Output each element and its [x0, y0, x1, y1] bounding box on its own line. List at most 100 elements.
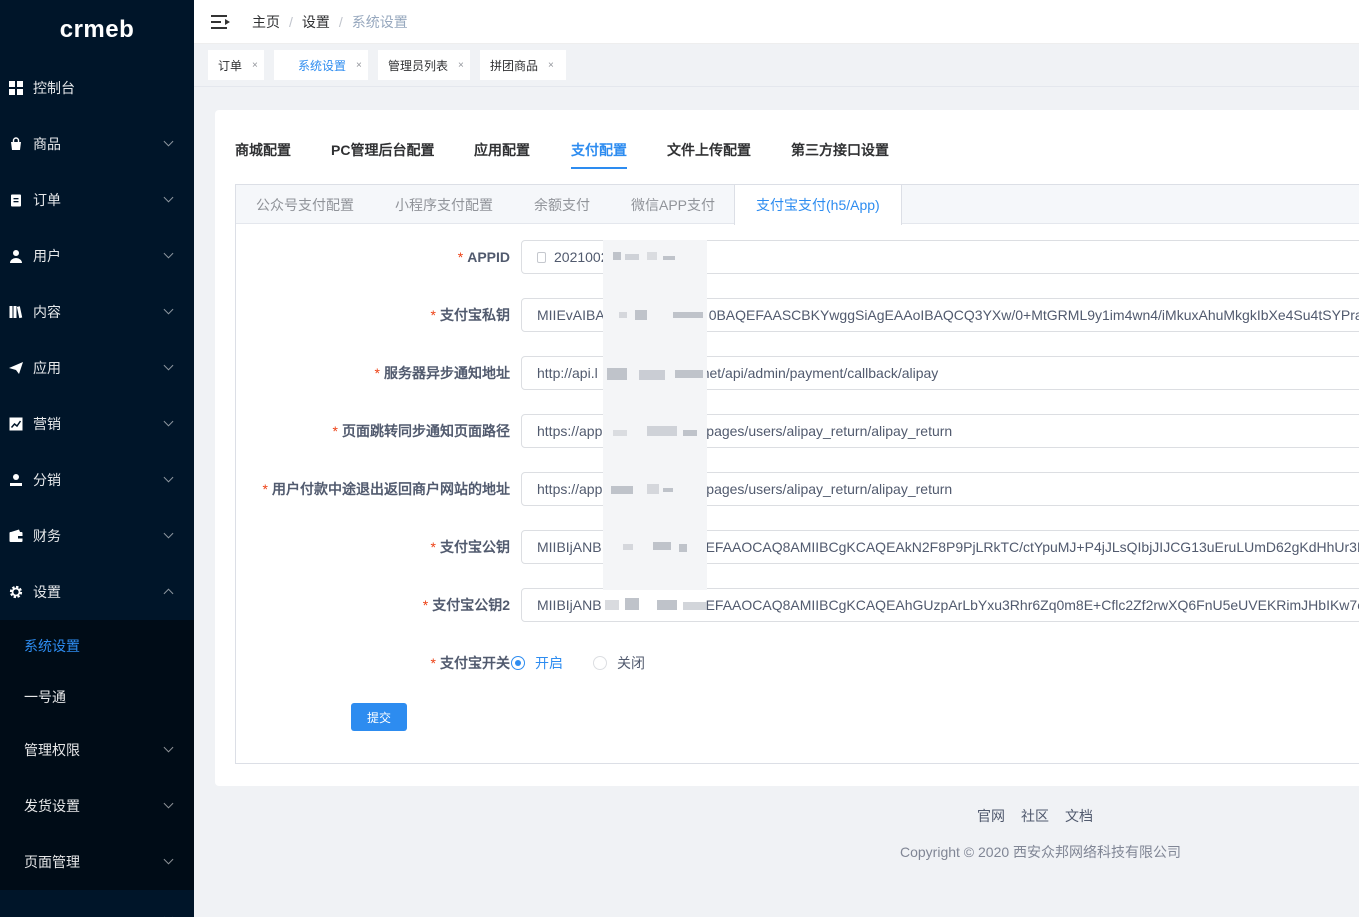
- menu-fold-icon[interactable]: [211, 14, 230, 29]
- close-icon[interactable]: ×: [458, 60, 464, 71]
- sidebar-item-label: 订单: [33, 192, 61, 208]
- quit-url-label: * 用户付款中途退出返回商户网站的地址: [262, 481, 510, 497]
- sidebar-item-label: 营销: [33, 416, 61, 432]
- tag-order[interactable]: 订单 ×: [208, 50, 264, 80]
- form-row-private-key: * 支付宝私钥 MIIEvAIBA 0BAQEFAASCBKYwggSiAgEAAo…: [236, 298, 1359, 332]
- chevron-down-icon: [163, 360, 174, 371]
- footer-link-community[interactable]: 社区: [1021, 806, 1049, 826]
- sidebar-subitem-shipping[interactable]: 发货设置: [0, 778, 194, 834]
- submit-button[interactable]: 提交: [351, 703, 407, 731]
- sidebar-item-label: 用户: [33, 248, 61, 264]
- lock-icon: [537, 252, 546, 263]
- close-icon[interactable]: ×: [252, 60, 258, 71]
- subtab-balance-pay[interactable]: 余额支付: [534, 185, 590, 224]
- public-key-2-input[interactable]: MIIBIjANB EFAAOCAQ8AMIIBCgKCAQEAhGUzpArLb…: [521, 588, 1359, 622]
- user-icon: [9, 249, 23, 263]
- bag-icon: [9, 137, 23, 151]
- sidebar-item-distribution[interactable]: 分销: [0, 452, 194, 508]
- subtab-wechat-mp-pay[interactable]: 公众号支付配置: [256, 185, 354, 224]
- sidebar-item-marketing[interactable]: 营销: [0, 396, 194, 452]
- public-key-label: * 支付宝公钥: [430, 539, 510, 555]
- sidebar-item-product[interactable]: 商品: [0, 116, 194, 172]
- chevron-down-icon: [163, 136, 174, 147]
- tag-system-settings[interactable]: 系统设置 ×: [274, 50, 368, 80]
- sidebar-subitem-label: 管理权限: [24, 742, 80, 758]
- chevron-down-icon: [163, 912, 174, 917]
- breadcrumb: 主页 / 设置 / 系统设置: [252, 12, 408, 32]
- radio-enable[interactable]: 开启: [511, 653, 563, 673]
- sidebar-item-label: 商品: [33, 136, 61, 152]
- privacy-blur-mask: [603, 240, 707, 610]
- tab-app-config[interactable]: 应用配置: [474, 140, 530, 160]
- tag-label: 拼团商品: [490, 58, 539, 73]
- chevron-down-icon: [163, 854, 174, 865]
- tag-label: 订单: [218, 58, 243, 73]
- tag-label: 系统设置: [298, 58, 347, 73]
- chevron-down-icon: [163, 528, 174, 539]
- settings-submenu: 系统设置 一号通 管理权限 发货设置 页面管理: [0, 620, 194, 890]
- sidebar-item-dashboard[interactable]: 控制台: [0, 60, 194, 116]
- sidebar-item-maintenance[interactable]: 维护: [0, 890, 194, 917]
- tab-upload-config[interactable]: 文件上传配置: [667, 140, 751, 160]
- sidebar-subitem-page-management[interactable]: 页面管理: [0, 834, 194, 890]
- tab-third-party-config[interactable]: 第三方接口设置: [791, 140, 889, 160]
- alipay-switch-label: * 支付宝开关: [430, 655, 510, 671]
- chevron-down-icon: [163, 472, 174, 483]
- close-icon[interactable]: ×: [548, 60, 554, 71]
- form-row-notify-url: * 服务器异步通知地址 http://api.l net/api/admin/pay…: [236, 356, 1359, 390]
- tab-mall-config[interactable]: 商城配置: [235, 140, 291, 160]
- breadcrumb-settings[interactable]: 设置: [302, 12, 330, 32]
- sidebar-subitem-one-pass[interactable]: 一号通: [0, 672, 194, 722]
- footer-links: 官网 社区 文档: [977, 806, 1093, 826]
- settings-card: 商城配置 PC管理后台配置 应用配置 支付配置 文件上传配置 第三方接口设置 公…: [215, 110, 1359, 786]
- wallet-icon: [9, 529, 23, 543]
- sidebar-item-finance[interactable]: 财务: [0, 508, 194, 564]
- sidebar-item-label: 控制台: [33, 80, 75, 96]
- sidebar-item-order[interactable]: 订单: [0, 172, 194, 228]
- breadcrumb-separator: /: [289, 13, 293, 30]
- alipay-switch-radio-group: 开启 关闭: [511, 646, 675, 680]
- chevron-down-icon: [163, 304, 174, 315]
- chevron-up-icon: [163, 588, 174, 599]
- tab-pc-admin-config[interactable]: PC管理后台配置: [331, 140, 434, 160]
- payment-config-panel: 公众号支付配置 小程序支付配置 余额支付 微信APP支付 支付宝支付(h5/Ap…: [235, 184, 1359, 764]
- subtab-miniprogram-pay[interactable]: 小程序支付配置: [395, 185, 493, 224]
- chevron-down-icon: [163, 742, 174, 753]
- person-icon: [9, 473, 23, 487]
- close-icon[interactable]: ×: [356, 60, 362, 71]
- tag-group-products[interactable]: 拼团商品 ×: [480, 50, 566, 80]
- form-row-alipay-switch: * 支付宝开关 开启 关闭: [236, 646, 1359, 680]
- sub-tabs: 公众号支付配置 小程序支付配置 余额支付 微信APP支付 支付宝支付(h5/Ap…: [236, 185, 1359, 225]
- sidebar-item-label: 分销: [33, 472, 61, 488]
- private-key-label: * 支付宝私钥: [430, 307, 510, 323]
- chart-icon: [9, 417, 23, 431]
- sidebar-item-content[interactable]: 内容: [0, 284, 194, 340]
- subtab-wechat-app-pay[interactable]: 微信APP支付: [631, 185, 715, 224]
- chevron-down-icon: [163, 248, 174, 259]
- radio-disable[interactable]: 关闭: [593, 653, 645, 673]
- tab-payment-config[interactable]: 支付配置: [571, 140, 627, 169]
- send-icon: [9, 361, 23, 375]
- radio-dot: [511, 656, 525, 670]
- tag-label: 管理员列表: [388, 58, 449, 73]
- sidebar-item-label: 设置: [33, 584, 61, 600]
- sidebar-subitem-permissions[interactable]: 管理权限: [0, 722, 194, 778]
- form-row-appid: * APPID 2021002: [236, 240, 1359, 274]
- sidebar-item-app[interactable]: 应用: [0, 340, 194, 396]
- public-key-2-label: * 支付宝公钥2: [422, 597, 510, 613]
- footer-link-docs[interactable]: 文档: [1065, 806, 1093, 826]
- breadcrumb-home[interactable]: 主页: [252, 12, 280, 32]
- subtab-alipay[interactable]: 支付宝支付(h5/App): [734, 185, 902, 225]
- logo[interactable]: crmeb: [0, 0, 194, 60]
- sidebar-item-user[interactable]: 用户: [0, 228, 194, 284]
- chevron-down-icon: [163, 192, 174, 203]
- footer-link-official[interactable]: 官网: [977, 806, 1005, 826]
- sidebar-item-settings[interactable]: 设置: [0, 564, 194, 620]
- sidebar-subitem-system-settings[interactable]: 系统设置: [0, 620, 194, 672]
- tags-bar: 订单 × 系统设置 × 管理员列表 × 拼团商品 ×: [194, 44, 1359, 87]
- sidebar-subitem-label: 页面管理: [24, 854, 80, 870]
- chevron-down-icon: [163, 416, 174, 427]
- gear-icon: [9, 585, 23, 599]
- tag-admin-list[interactable]: 管理员列表 ×: [378, 50, 470, 80]
- copyright: Copyright © 2020 西安众邦网络科技有限公司: [900, 844, 1182, 860]
